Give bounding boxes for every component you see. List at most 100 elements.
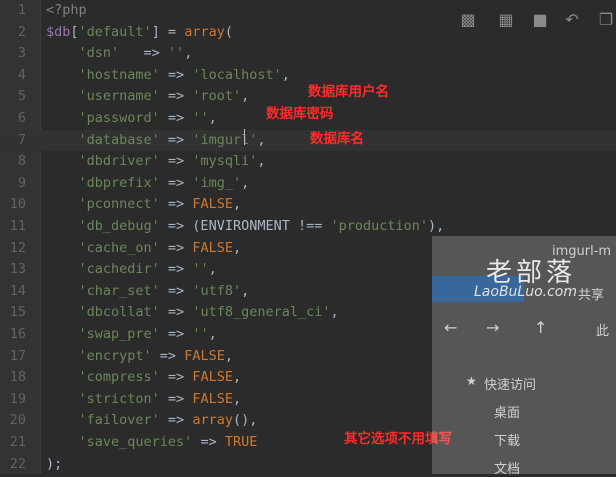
code-token: 'default' [78,23,152,40]
code-editor[interactable]: 1 <?php 2 $db['default'] = array(3 'dsn' =>… [0,0,616,477]
line-number: 2 [17,23,26,40]
line-code: 'cache_on' => FALSE, [46,238,242,260]
line-number: 12 [9,239,26,256]
line-code: 'compress' => FALSE, [46,367,242,389]
line-code: 'password' => '', [46,108,217,130]
database-annotation: 数据库名 [310,131,364,147]
line-number: 19 [9,390,26,407]
code-token: => [159,131,193,148]
back-arrow-icon[interactable]: ← [444,318,457,337]
code-token: TRUE [224,434,258,450]
code-token: array [192,412,233,429]
line-code: 'dbdriver' => 'mysqli', [46,151,266,173]
line-number: 7 [17,131,26,148]
line-code: 'hostname' => 'localhost', [46,65,290,87]
line-code: 'pconnect' => FALSE, [46,194,242,216]
explorer-path[interactable]: 此 [596,320,609,339]
line-number: 5 [17,88,26,105]
code-token: ( [224,23,233,40]
documents-item[interactable]: 文档 [494,458,520,477]
line-code: 'char_set' => 'utf8', [46,281,250,303]
code-token: 'dbdriver' [46,153,160,170]
save-icon[interactable]: ■ [530,10,550,30]
code-line[interactable]: 7 'database' => 'imgurl', [0,129,616,152]
code-token: 'hostname' [46,66,160,83]
code-token: FALSE [192,196,233,213]
forward-arrow-icon[interactable]: → [486,318,499,337]
code-token: => [159,88,193,105]
code-line[interactable]: 9 'dbprefix' => 'img_', [0,173,616,195]
desktop-item[interactable]: 桌面 [494,402,520,421]
code-token: 'db_debug' [46,218,160,234]
copy-icon[interactable]: ❐ [596,10,616,30]
code-line[interactable]: 2 $db['default'] = array( [0,22,616,44]
line-number: 11 [9,218,26,234]
code-token: ); [46,455,63,472]
code-token: ] = [151,23,185,40]
text-cursor [244,129,245,145]
code-token: => [159,66,193,83]
line-number: 18 [9,369,26,386]
code-token: 'mysqli' [192,153,258,170]
code-token: => [192,434,225,450]
code-token: 'compress' [46,369,160,386]
code-token: => [159,369,193,386]
line-code: <?php [46,0,87,22]
code-token: '' [192,110,209,126]
line-number: 13 [9,261,26,278]
code-token: , [241,174,250,191]
table-icon[interactable]: ▦ [496,10,516,30]
code-token: => [159,174,193,191]
code-line[interactable]: 11 'db_debug' => (ENVIRONMENT !== 'produ… [0,216,616,238]
undo-icon[interactable]: ↶ [562,10,582,30]
code-token: 'localhost' [192,66,282,83]
code-token: 'cache_on' [46,239,160,256]
line-number: 15 [9,304,26,321]
up-arrow-icon[interactable]: ↑ [534,318,547,337]
code-line[interactable]: 1 <?php [0,0,616,22]
code-token: FALSE [184,347,225,364]
code-token: , [257,131,266,148]
code-token: , [208,110,217,126]
quick-access-item[interactable]: 快速访问 [484,374,536,393]
code-token: 'dbprefix' [46,174,160,191]
code-token: => [159,390,193,407]
code-token: 'utf8_general_ci' [192,304,331,321]
code-token: => [151,347,185,364]
explorer-share-tab[interactable]: 共享 [578,284,604,303]
code-token: FALSE [192,390,233,407]
code-token: 'swap_pre' [46,326,160,342]
code-token: , [232,369,242,386]
line-code: 'db_debug' => (ENVIRONMENT !== 'producti… [46,216,445,238]
code-line[interactable]: 3 'dsn' => '', [0,43,616,65]
code-token: , [241,282,250,299]
line-code: 'stricton' => FALSE, [46,389,242,411]
code-token: , [208,326,217,342]
code-token: 'pconnect' [46,196,160,213]
code-line[interactable]: 10 'pconnect' => FALSE, [0,194,616,216]
code-token: => [159,196,193,213]
code-line[interactable]: 8 'dbdriver' => 'mysqli', [0,151,616,173]
code-token: 'root' [192,88,242,105]
code-token: 'utf8' [192,282,242,299]
code-token: 'database' [46,131,160,148]
username-annotation: 数据库用户名 [308,84,389,100]
database-icon[interactable]: ▩ [458,10,478,30]
line-number: 10 [9,196,26,213]
code-token: => [159,326,193,342]
line-number: 4 [17,66,26,83]
code-token: 'imgurl' [192,131,258,148]
code-token: , [330,304,339,321]
line-code: 'dbprefix' => 'img_', [46,173,250,195]
code-token: array [184,23,225,40]
code-token: '' [167,45,185,62]
code-token: , [232,196,242,213]
code-token: ), [428,218,445,234]
downloads-item[interactable]: 下载 [494,430,520,449]
line-code: 'failover' => array(), [46,410,258,432]
code-token: '' [192,261,209,278]
code-token: => [159,282,193,299]
line-code: 'username' => 'root', [46,86,250,108]
line-number: 20 [9,412,26,429]
line-code: 'dbcollat' => 'utf8_general_ci', [46,302,339,324]
